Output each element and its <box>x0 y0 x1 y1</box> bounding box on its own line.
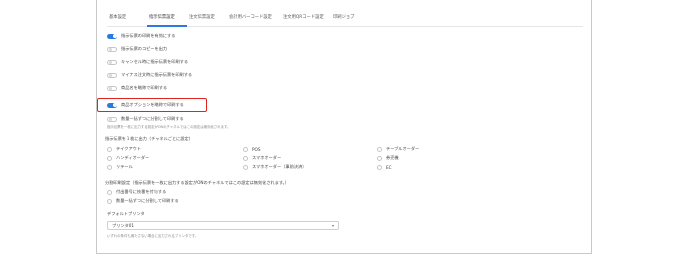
toggle-row-copy: 指示伝票のコピーを出力 <box>107 45 167 53</box>
toggle-note: 指示伝票を一枚に出力する設定がONのチャネルではこの設定は無効化されます。 <box>107 125 231 129</box>
toggle-switch[interactable] <box>107 33 117 39</box>
toggle-switch[interactable] <box>107 85 117 91</box>
toggle-row-product-abbrev: 商品名を略称で印刷する <box>107 84 167 92</box>
tab-instruction-slip[interactable]: 指示伝票設定 <box>149 14 175 20</box>
radio-button[interactable] <box>107 164 112 170</box>
toggle-switch[interactable] <box>107 46 117 52</box>
toggle-label: 数量一括ずつに分割して印刷する <box>121 116 184 121</box>
channel-option: EC <box>377 163 392 171</box>
radio-button[interactable] <box>377 146 382 152</box>
toggle-label: 指示伝票のコピーを出力 <box>121 46 168 51</box>
tab-qr-code[interactable]: 注文用QRコード設定 <box>283 14 324 20</box>
printer-note: いずれの条件も満たさない場合に出力されるプリンタです。 <box>107 234 199 238</box>
toggle-switch[interactable] <box>107 72 117 78</box>
radio-button[interactable] <box>243 164 248 170</box>
channel-label: スマホオーダー（事前決済） <box>252 164 307 169</box>
radio-button[interactable] <box>107 198 112 204</box>
channel-option: スマホオーダー <box>243 154 281 162</box>
toggle-row-split-quantity: 数量一括ずつに分割して印刷する <box>107 115 184 123</box>
printer-label: デフォルトプリンタ <box>107 211 145 216</box>
tab-order-slip[interactable]: 注文伝票設定 <box>189 14 215 20</box>
printer-select[interactable]: プリンタ01 ▾ <box>107 221 339 230</box>
channel-label: リテール <box>116 164 133 169</box>
highlight-box <box>97 98 207 112</box>
tab-bar: 基本設定 指示伝票設定 注文伝票設定 会計用バーコード設定 注文用QRコード設定… <box>107 10 583 27</box>
split-option-branch-number: 付出番号に枝番を付与する <box>107 188 166 196</box>
channel-option: スマホオーダー（事前決済） <box>243 163 306 171</box>
radio-button[interactable] <box>243 155 248 161</box>
channel-option: ハンディオーダー <box>107 154 149 162</box>
channel-label: ハンディオーダー <box>116 155 150 160</box>
toggle-row-minus: マイナス注文時に指示伝票を印刷する <box>107 71 192 79</box>
tab-barcode[interactable]: 会計用バーコード設定 <box>229 14 272 20</box>
split-section-title: 分割印刷設定（指示伝票を一枚に出力する設定がONのチャネルではこの設定は無効化さ… <box>105 180 289 185</box>
split-option-label: 付出番号に枝番を付与する <box>116 189 167 194</box>
active-tab-indicator <box>147 25 187 27</box>
radio-button[interactable] <box>107 155 112 161</box>
split-option-quantity: 数量一括ずつに分割して印刷する <box>107 197 179 205</box>
toggle-label: 指示伝票の印刷を有効にする <box>121 33 176 38</box>
radio-button[interactable] <box>243 146 248 152</box>
channel-option: POS <box>243 145 260 153</box>
radio-button[interactable] <box>107 189 112 195</box>
channel-label: EC <box>386 164 392 170</box>
channel-label: POS <box>252 146 261 152</box>
radio-button[interactable] <box>377 155 382 161</box>
channel-label: テーブルオーダー <box>386 146 420 151</box>
toggle-row-cancel: キャンセル時に指示伝票を印刷する <box>107 58 188 66</box>
channel-section-title: 指示伝票を１枚に出力（チャネルごとに設定） <box>105 136 193 141</box>
tab-print-jobs[interactable]: 印刷ジョブ <box>333 14 354 20</box>
toggle-label: マイナス注文時に指示伝票を印刷する <box>121 72 193 77</box>
toggle-label: キャンセル時に指示伝票を印刷する <box>121 59 189 64</box>
toggle-switch[interactable] <box>107 116 117 122</box>
channel-label: スマホオーダー <box>252 155 282 160</box>
settings-panel: 基本設定 指示伝票設定 注文伝票設定 会計用バーコード設定 注文用QRコード設定… <box>96 0 592 254</box>
channel-option: テーブルオーダー <box>377 145 419 153</box>
channel-label: テイクアウト <box>116 146 142 151</box>
channel-option: テイクアウト <box>107 145 141 153</box>
channel-label: 券売機 <box>386 155 399 160</box>
channel-option: 券売機 <box>377 154 399 162</box>
split-option-label: 数量一括ずつに分割して印刷する <box>116 198 179 203</box>
tab-basic[interactable]: 基本設定 <box>109 14 126 20</box>
printer-select-value: プリンタ01 <box>112 222 135 228</box>
toggle-label: 商品名を略称で印刷する <box>121 85 168 90</box>
chevron-down-icon: ▾ <box>331 223 334 228</box>
toggle-row-enable-print: 指示伝票の印刷を有効にする <box>107 32 175 40</box>
toggle-switch[interactable] <box>107 59 117 65</box>
radio-button[interactable] <box>377 164 382 170</box>
channel-option: リテール <box>107 163 133 171</box>
radio-button[interactable] <box>107 146 112 152</box>
